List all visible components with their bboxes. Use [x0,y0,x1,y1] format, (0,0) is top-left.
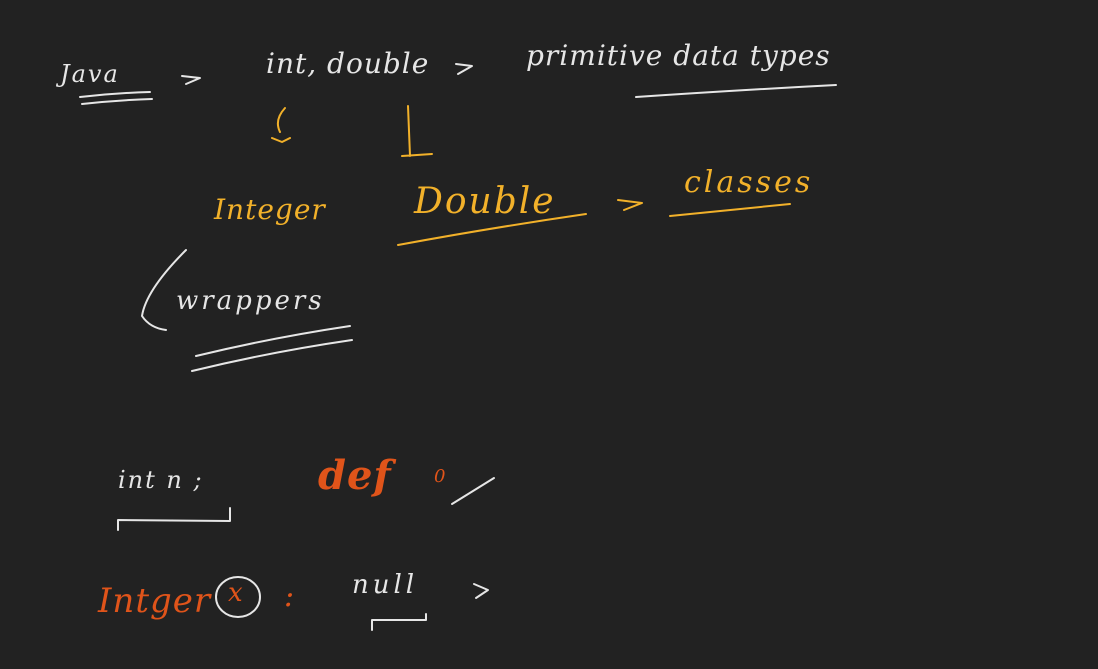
java-underline-2 [81,98,153,105]
wrappers-label: wrappers [176,286,325,316]
int-decl-bracket [117,507,231,531]
primitives-list: int, double [266,47,430,80]
integer-variable: x [228,578,243,608]
wrappers-underline-1 [195,325,351,357]
arrow-int-integer [271,107,291,143]
arrow-classes [617,199,643,211]
default-slash [451,477,495,505]
java-underline [79,91,151,98]
wrappers-underline-2 [191,339,353,372]
arrow-double [455,63,473,75]
arrow-java [181,75,201,85]
ink-strokes [79,63,837,631]
double-class-label: Double [414,181,556,222]
arrow-double-down [401,105,433,157]
null-value: null [352,570,419,600]
primitive-data-types-label: primitive data types [526,39,831,72]
whiteboard-canvas: Java int, double primitive data types In… [0,0,1098,669]
null-bracket [371,613,427,631]
java-label: Java [60,60,120,88]
integer-declaration: Intger [98,581,212,621]
default-value: 0 [434,466,446,487]
data-types-underline [635,84,837,98]
classes-underline [669,203,791,217]
classes-label: classes [684,165,814,200]
arrow-null [473,583,489,599]
colon: : [284,579,295,614]
integer-class-label: Integer [214,193,326,226]
int-declaration: int n ; [118,466,204,494]
default-label: def [318,452,392,499]
